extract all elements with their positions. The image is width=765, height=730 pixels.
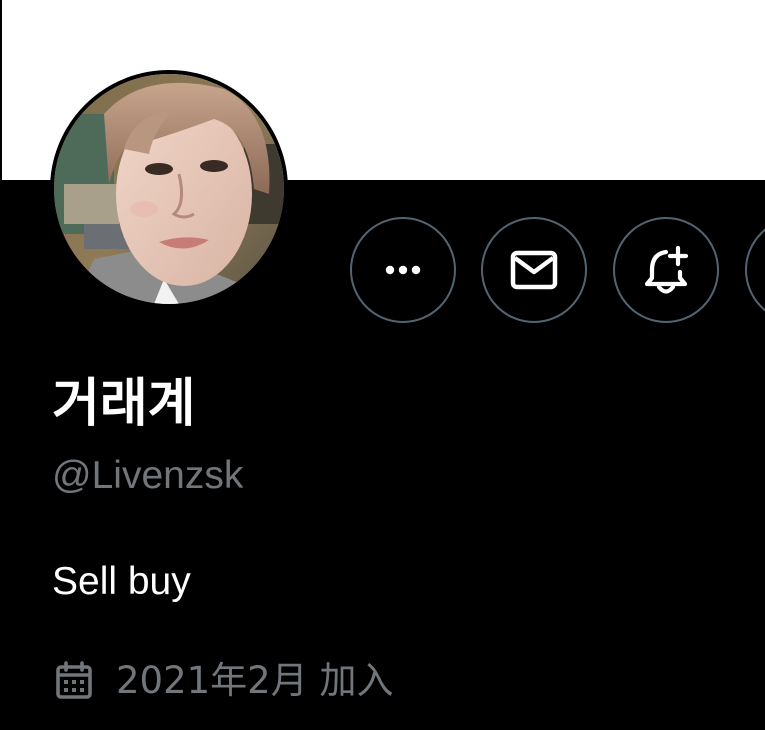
avatar-photo — [54, 74, 284, 304]
profile-avatar[interactable] — [50, 70, 288, 308]
profile-actions — [348, 217, 765, 325]
envelope-icon — [510, 250, 558, 290]
more-dots-icon — [385, 265, 421, 275]
follow-button-partial[interactable] — [745, 217, 765, 323]
message-button[interactable] — [481, 217, 587, 323]
banner-edge — [0, 0, 2, 180]
joined-date-text: 2021年2月 加入 — [116, 659, 394, 702]
notify-button[interactable] — [613, 217, 719, 323]
more-button[interactable] — [350, 217, 456, 323]
profile-handle: @Livenzsk — [52, 454, 244, 497]
profile-page: 거래계 @Livenzsk Sell buy 2021年2月 加入 — [0, 0, 765, 730]
calendar-icon — [52, 657, 100, 705]
profile-joined: 2021年2月 加入 — [52, 655, 393, 707]
profile-bio: Sell buy — [52, 560, 191, 603]
profile-display-name: 거래계 — [52, 374, 196, 434]
bell-plus-icon — [644, 245, 689, 294]
